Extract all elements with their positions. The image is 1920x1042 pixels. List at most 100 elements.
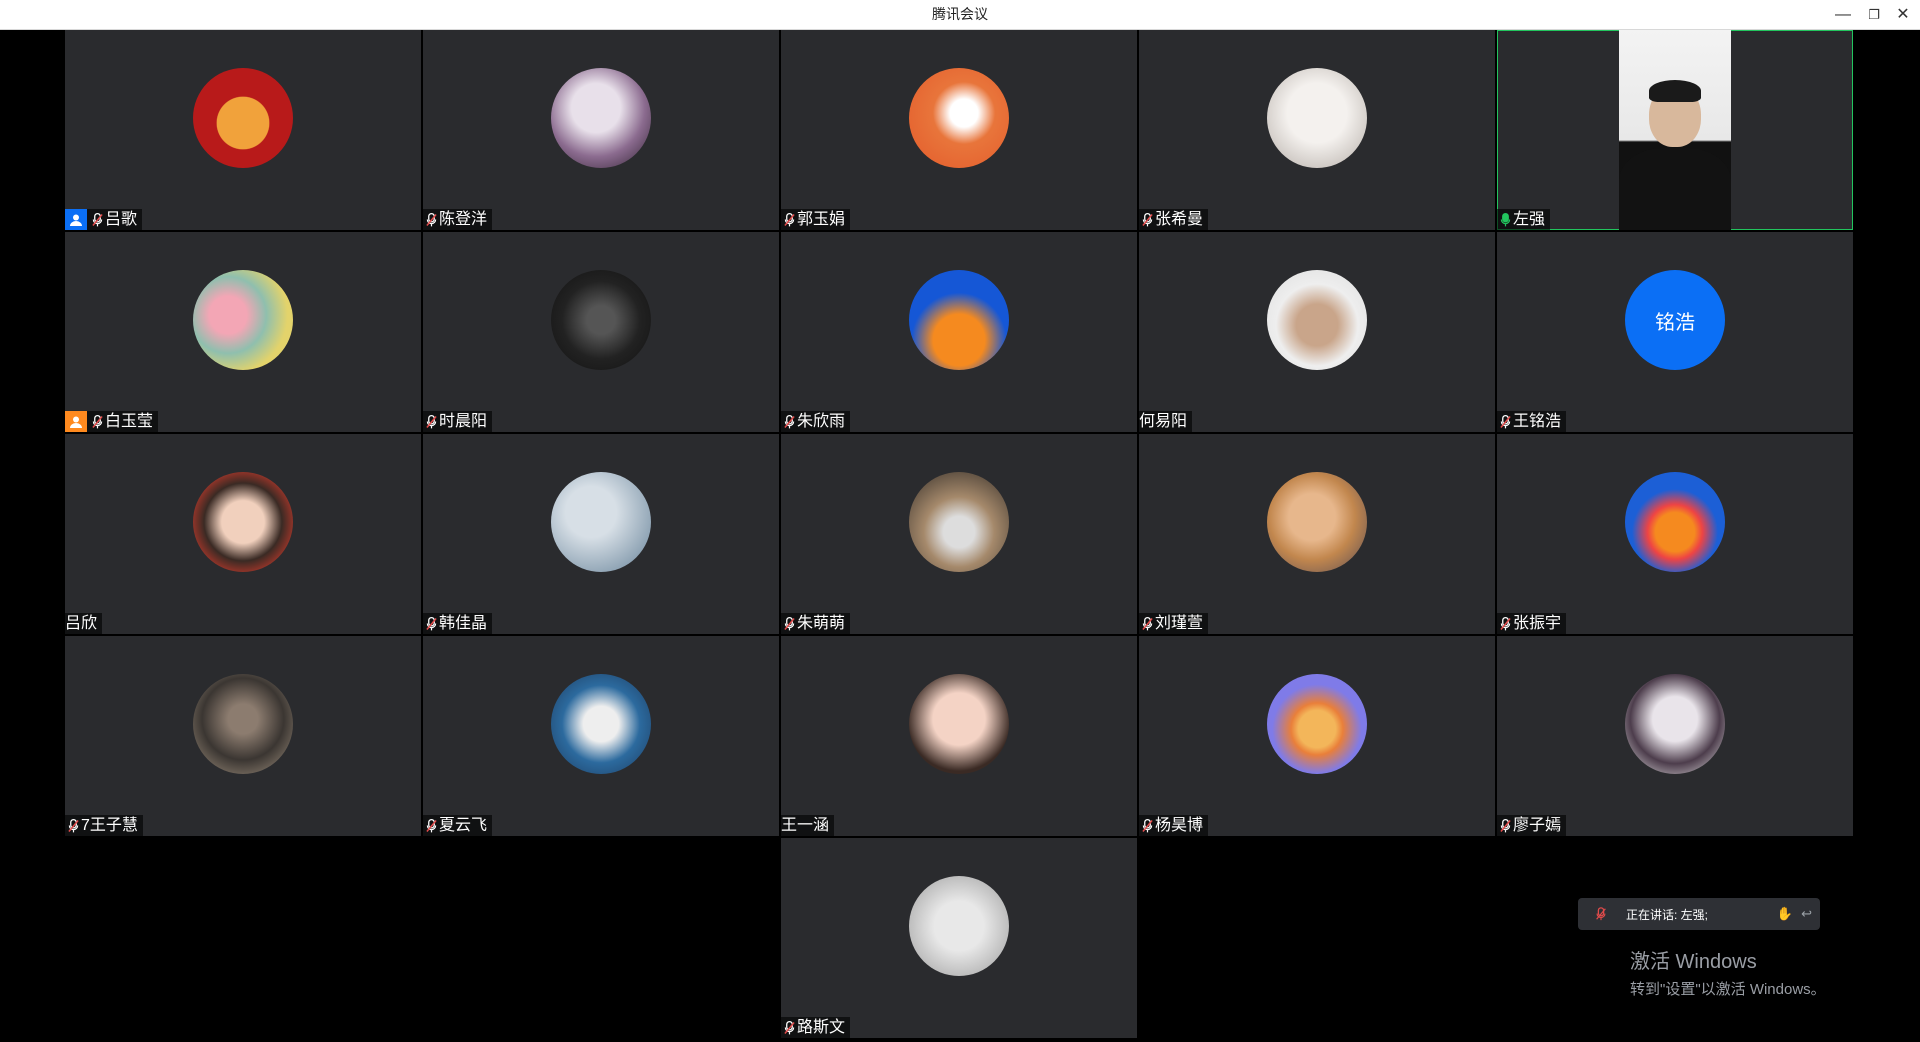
speaking-notice[interactable]: 正在讲话: 左强; ✋ ↩ xyxy=(1578,898,1820,930)
speaking-notice-text: 正在讲话: 左强; xyxy=(1626,907,1709,922)
illustrated-woman-avatar-icon xyxy=(1267,68,1367,168)
mic-muted-icon xyxy=(1497,818,1513,834)
mic-muted-icon xyxy=(1497,414,1513,430)
mic-muted-icon xyxy=(781,616,797,632)
watermark-line1: 激活 Windows xyxy=(1630,951,1757,973)
participant-label: 7王子慧 xyxy=(65,815,143,836)
participant-name: 陈登洋 xyxy=(439,211,488,228)
participant-label: 刘瑾萱 xyxy=(1139,613,1209,634)
cartoon-patrick-spongebob-avatar-icon xyxy=(193,270,293,370)
participant-tile[interactable]: 朱萌萌 xyxy=(781,434,1137,634)
mic-muted-icon xyxy=(423,818,439,834)
close-button[interactable]: ✕ xyxy=(1888,0,1918,29)
participant-tile[interactable]: 左强 xyxy=(1497,30,1853,230)
cartoon-character-avatar-icon xyxy=(909,270,1009,370)
cloudy-sky-avatar-icon xyxy=(551,472,651,572)
participant-label: 王一涵 xyxy=(781,815,835,836)
participant-label: 左强 xyxy=(1497,209,1551,230)
participant-tile[interactable]: 张振宇 xyxy=(1497,434,1853,634)
participant-name: 郭玉娟 xyxy=(797,211,846,228)
mic-active-icon xyxy=(1497,212,1513,228)
video-grid: 吕歌 陈登洋 郭玉娟 张希曼 左强白玉莹 时晨阳 朱欣雨 何易阳 铭浩王铭浩吕欣 韩佳晶 朱萌萌 刘瑾… xyxy=(0,30,1920,1040)
participant-name: 王铭浩 xyxy=(1513,413,1562,430)
mic-muted-icon xyxy=(423,414,439,430)
participant-name: 7王子慧 xyxy=(81,817,138,834)
participant-name: 廖子嫣 xyxy=(1513,817,1562,834)
participant-label: 夏云飞 xyxy=(423,815,493,836)
participant-label: 杨昊博 xyxy=(1139,815,1209,836)
girl-selfie-avatar-icon xyxy=(909,674,1009,774)
mic-muted-icon xyxy=(1497,616,1513,632)
participant-label: 朱欣雨 xyxy=(781,411,851,432)
participant-tile[interactable]: 韩佳晶 xyxy=(423,434,779,634)
participant-tile[interactable]: 郭玉娟 xyxy=(781,30,1137,230)
windows-activation-watermark: 激活 Windows 转到"设置"以激活 Windows。 xyxy=(1630,945,1826,999)
participant-tile[interactable]: 陈登洋 xyxy=(423,30,779,230)
mic-muted-icon xyxy=(1139,616,1155,632)
participant-label: 吕欣 xyxy=(65,613,103,634)
mic-muted-icon xyxy=(423,212,439,228)
maximize-button[interactable]: ❐ xyxy=(1859,0,1889,29)
participant-tile[interactable]: 白玉莹 xyxy=(65,232,421,432)
participant-tile[interactable]: 吕歌 xyxy=(65,30,421,230)
mic-muted-icon xyxy=(1139,818,1155,834)
mic-muted-icon xyxy=(781,414,797,430)
participant-label: 韩佳晶 xyxy=(423,613,493,634)
participant-tile[interactable]: 廖子嫣 xyxy=(1497,636,1853,836)
participant-tile[interactable]: 时晨阳 xyxy=(423,232,779,432)
participant-tile[interactable]: 夏云飞 xyxy=(423,636,779,836)
participant-name: 王一涵 xyxy=(781,817,830,834)
participant-name: 韩佳晶 xyxy=(439,615,488,632)
participant-label: 朱萌萌 xyxy=(781,613,851,634)
participant-tile[interactable]: 张希曼 xyxy=(1139,30,1495,230)
participant-tile[interactable]: 路斯文 xyxy=(781,838,1137,1038)
mic-muted-icon xyxy=(423,616,439,632)
cats-avatar-icon xyxy=(909,472,1009,572)
hand-photo-avatar-icon xyxy=(1267,472,1367,572)
street-photo-avatar-icon xyxy=(909,876,1009,976)
dark-photo-avatar-icon xyxy=(551,270,651,370)
participant-tile[interactable]: 铭浩王铭浩 xyxy=(1497,232,1853,432)
participant-label: 时晨阳 xyxy=(423,411,493,432)
masked-man-avatar-icon xyxy=(1267,270,1367,370)
gothic-art-avatar-icon xyxy=(1625,674,1725,774)
illustrated-man-avatar-icon xyxy=(1267,674,1367,774)
participant-tile[interactable]: 何易阳 xyxy=(1139,232,1495,432)
participant-name: 夏云飞 xyxy=(439,817,488,834)
watermark-line2: 转到"设置"以激活 Windows。 xyxy=(1630,981,1826,998)
participant-label: 郭玉娟 xyxy=(781,209,851,230)
mic-muted-icon xyxy=(65,818,81,834)
hands-icon[interactable]: ✋ xyxy=(1777,906,1793,922)
avatar: 铭浩 xyxy=(1625,270,1725,370)
participant-name: 吕歌 xyxy=(105,211,138,228)
participant-tile[interactable]: 朱欣雨 xyxy=(781,232,1137,432)
participant-tile[interactable]: 刘瑾萱 xyxy=(1139,434,1495,634)
participant-name: 张希曼 xyxy=(1155,211,1204,228)
participant-name: 朱欣雨 xyxy=(797,413,846,430)
participant-label: 王铭浩 xyxy=(1497,411,1567,432)
participant-label: 陈登洋 xyxy=(423,209,493,230)
participant-name: 路斯文 xyxy=(797,1019,846,1036)
football-player-avatar-icon xyxy=(551,674,651,774)
participant-tile[interactable]: 7王子慧 xyxy=(65,636,421,836)
reply-icon[interactable]: ↩ xyxy=(1801,906,1812,922)
participant-name: 时晨阳 xyxy=(439,413,488,430)
participant-label: 张振宇 xyxy=(1497,613,1567,634)
participant-tile[interactable]: 吕欣 xyxy=(65,434,421,634)
mic-muted-icon xyxy=(781,212,797,228)
participant-label: 张希曼 xyxy=(1139,209,1209,230)
minimize-button[interactable]: — xyxy=(1828,0,1858,29)
participant-tile[interactable]: 杨昊博 xyxy=(1139,636,1495,836)
video-person-hair xyxy=(1649,80,1701,102)
participant-label: 路斯文 xyxy=(781,1017,851,1038)
window-title: 腾讯会议 xyxy=(932,6,988,22)
participant-name: 朱萌萌 xyxy=(797,615,846,632)
host-badge-icon xyxy=(65,411,87,432)
cartoon-boy-blue-avatar-icon xyxy=(1625,472,1725,572)
participant-name: 刘瑾萱 xyxy=(1155,615,1204,632)
participant-name: 吕欣 xyxy=(65,615,98,632)
participant-name: 何易阳 xyxy=(1139,413,1188,430)
participant-tile[interactable]: 王一涵 xyxy=(781,636,1137,836)
participant-label: 廖子嫣 xyxy=(1497,815,1567,836)
title-bar: 腾讯会议 — ❐ ✕ xyxy=(0,0,1920,30)
